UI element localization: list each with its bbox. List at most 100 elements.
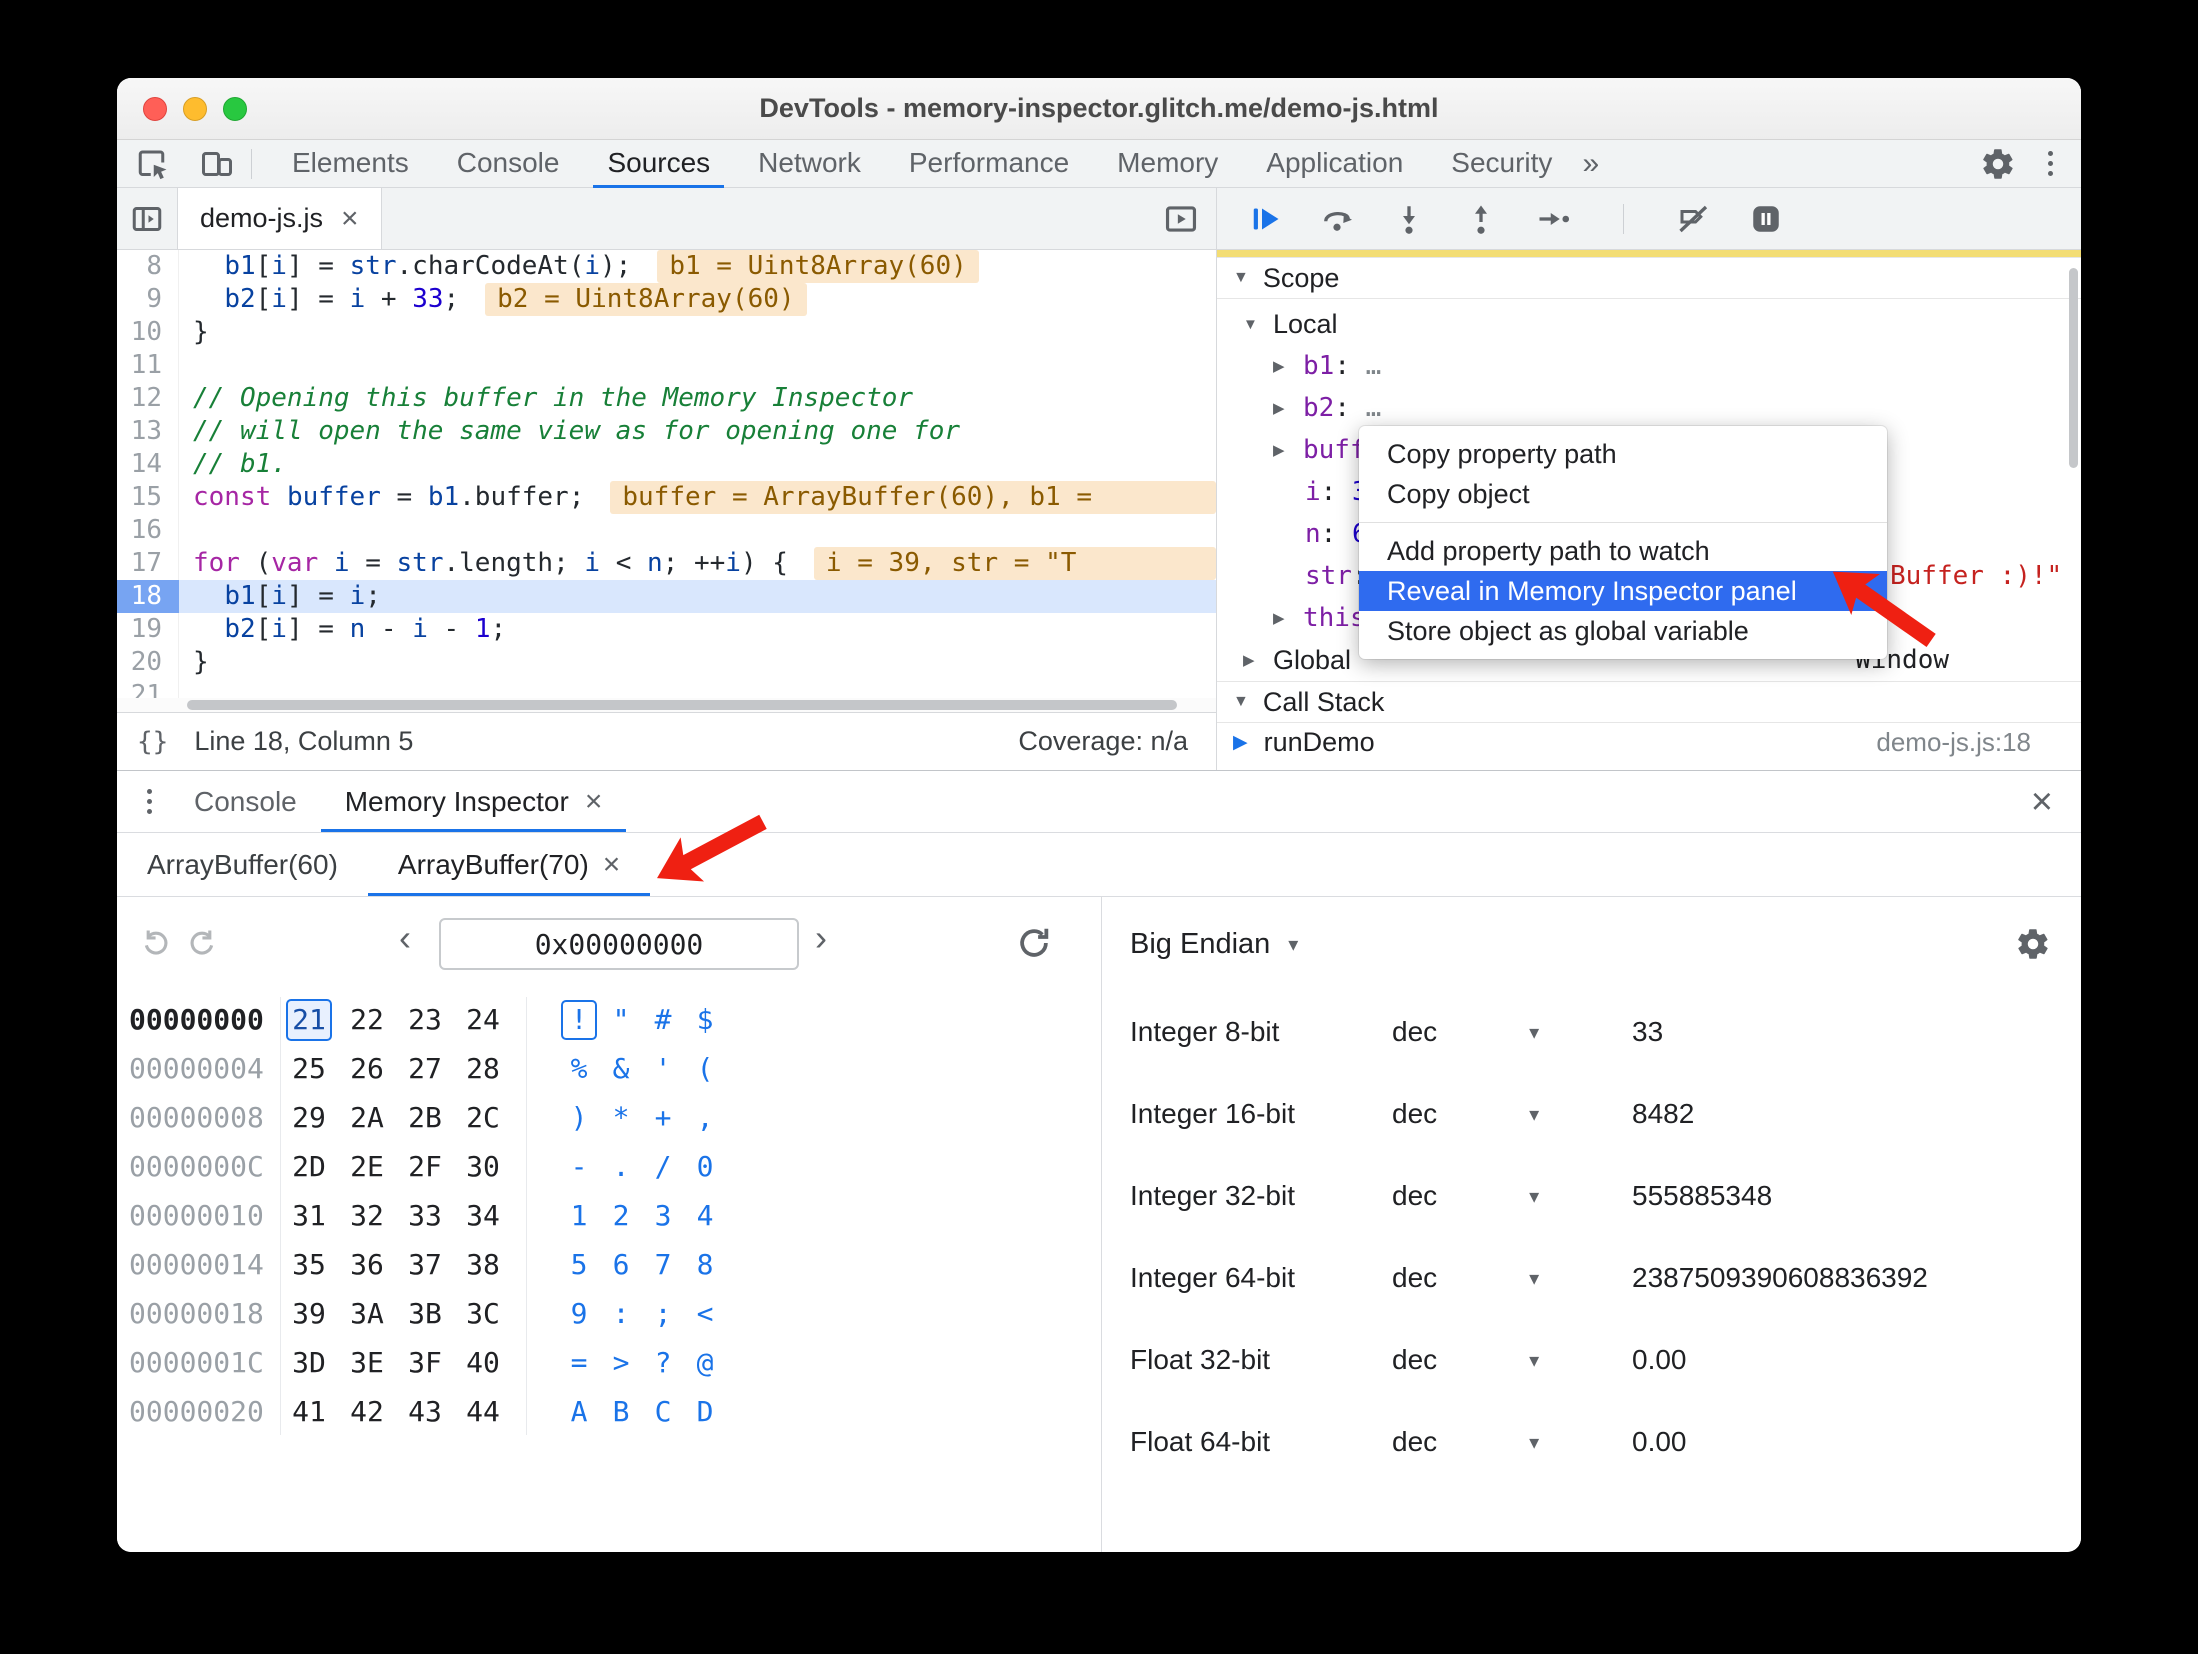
step-out-icon[interactable] — [1463, 201, 1499, 237]
hex-byte[interactable]: 24 — [454, 999, 512, 1041]
code-line[interactable]: 11 — [117, 349, 1216, 382]
history-back-icon[interactable] — [139, 927, 173, 961]
drawer-tab-console[interactable]: Console — [170, 771, 321, 832]
line-number[interactable]: 16 — [117, 514, 179, 547]
hex-byte[interactable]: 31 — [280, 1195, 338, 1237]
format-dropdown[interactable]: dec ▾ — [1392, 1262, 1632, 1294]
hex-byte[interactable]: 2D — [280, 1146, 338, 1188]
ascii-char[interactable]: % — [558, 1049, 600, 1089]
next-page-icon[interactable]: › — [815, 917, 827, 959]
ascii-char[interactable]: 9 — [558, 1294, 600, 1334]
line-number[interactable]: 12 — [117, 382, 179, 415]
ascii-char[interactable]: > — [600, 1343, 642, 1383]
code-line[interactable]: 12// Opening this buffer in the Memory I… — [117, 382, 1216, 415]
step-into-icon[interactable] — [1391, 201, 1427, 237]
callstack-frame[interactable]: ▶ runDemo demo-js.js:18 — [1217, 723, 2081, 761]
line-number[interactable]: 21 — [117, 679, 179, 698]
address-input[interactable] — [439, 918, 799, 970]
hex-byte[interactable]: 44 — [454, 1391, 512, 1433]
format-code-icon[interactable]: {} — [137, 727, 168, 757]
code-line[interactable]: 9 b2[i] = i + 33; b2 = Uint8Array(60) — [117, 283, 1216, 316]
hex-byte[interactable]: 3D — [280, 1342, 338, 1384]
editor-preview-icon[interactable] — [1162, 200, 1200, 238]
hex-byte[interactable]: 40 — [454, 1342, 512, 1384]
hex-byte[interactable]: 27 — [396, 1048, 454, 1090]
hex-byte[interactable]: 41 — [280, 1391, 338, 1433]
ascii-char[interactable]: , — [684, 1098, 726, 1138]
hex-byte[interactable]: 39 — [280, 1293, 338, 1335]
previous-page-icon[interactable]: ‹ — [399, 917, 411, 959]
buffer-tab-arraybuffer(60)[interactable]: ArrayBuffer(60) — [117, 833, 368, 896]
ascii-char[interactable]: A — [558, 1392, 600, 1432]
ascii-char[interactable]: & — [600, 1049, 642, 1089]
close-icon[interactable]: × — [585, 786, 603, 817]
hex-byte[interactable]: 22 — [338, 999, 396, 1041]
navigator-toggle-icon[interactable] — [129, 201, 165, 237]
hex-byte[interactable]: 21 — [280, 998, 338, 1041]
hex-byte[interactable]: 3B — [396, 1293, 454, 1335]
code-line[interactable]: 16 — [117, 514, 1216, 547]
hex-byte[interactable]: 3F — [396, 1342, 454, 1384]
file-tab-demo-js[interactable]: demo-js.js × — [177, 188, 382, 249]
ascii-char[interactable]: = — [558, 1343, 600, 1383]
scrollbar-thumb[interactable] — [187, 700, 1177, 710]
ascii-char[interactable]: B — [600, 1392, 642, 1432]
step-icon[interactable] — [1535, 201, 1571, 237]
code-line[interactable]: 20} — [117, 646, 1216, 679]
tab-elements[interactable]: Elements — [268, 140, 433, 188]
ascii-char[interactable]: : — [600, 1294, 642, 1334]
line-number[interactable]: 20 — [117, 646, 179, 679]
deactivate-breakpoints-icon[interactable] — [1676, 201, 1712, 237]
code-line[interactable]: 18 b1[i] = i; — [117, 580, 1216, 613]
tab-memory[interactable]: Memory — [1093, 140, 1242, 188]
hex-byte[interactable]: 2A — [338, 1097, 396, 1139]
scope-variable-b2[interactable]: ▶ b2: … — [1217, 387, 2081, 429]
close-icon[interactable]: × — [341, 203, 359, 234]
hex-byte[interactable]: 3C — [454, 1293, 512, 1335]
ascii-char[interactable]: . — [600, 1147, 642, 1187]
resume-script-icon[interactable] — [1247, 201, 1283, 237]
hex-byte[interactable]: 29 — [280, 1097, 338, 1139]
ascii-char[interactable]: 5 — [558, 1245, 600, 1285]
callstack-section-header[interactable]: ▼ Call Stack — [1217, 681, 2081, 723]
step-over-icon[interactable] — [1319, 201, 1355, 237]
ascii-char[interactable]: 1 — [558, 1196, 600, 1236]
pause-on-exceptions-icon[interactable] — [1748, 201, 1784, 237]
line-number[interactable]: 10 — [117, 316, 179, 349]
tab-network[interactable]: Network — [734, 140, 885, 188]
devtools-menu-icon[interactable] — [2044, 147, 2057, 180]
code-line[interactable]: 17 for (var i = str.length; i < n; ++i) {… — [117, 547, 1216, 580]
menu-item-2[interactable]: Add property path to watch — [1359, 531, 1887, 571]
hex-byte[interactable]: 3E — [338, 1342, 396, 1384]
line-number[interactable]: 17 — [117, 547, 179, 580]
ascii-char[interactable]: / — [642, 1147, 684, 1187]
line-number[interactable]: 14 — [117, 448, 179, 481]
more-tabs-icon[interactable]: » — [1582, 147, 1599, 181]
tab-console[interactable]: Console — [433, 140, 584, 188]
scope-variable-b1[interactable]: ▶ b1: … — [1217, 345, 2081, 387]
hex-byte[interactable]: 37 — [396, 1244, 454, 1286]
line-number[interactable]: 13 — [117, 415, 179, 448]
hex-byte[interactable]: 34 — [454, 1195, 512, 1237]
menu-item-3[interactable]: Reveal in Memory Inspector panel — [1359, 571, 1887, 611]
ascii-char[interactable]: D — [684, 1392, 726, 1432]
ascii-char[interactable]: 7 — [642, 1245, 684, 1285]
ascii-char[interactable]: @ — [684, 1343, 726, 1383]
ascii-char[interactable]: ) — [558, 1098, 600, 1138]
menu-item-0[interactable]: Copy property path — [1359, 434, 1887, 474]
line-number[interactable]: 18 — [117, 580, 179, 613]
device-toolbar-icon[interactable] — [199, 146, 235, 182]
ascii-char[interactable]: 8 — [684, 1245, 726, 1285]
ascii-char[interactable]: + — [642, 1098, 684, 1138]
hex-byte[interactable]: 33 — [396, 1195, 454, 1237]
tab-sources[interactable]: Sources — [583, 140, 734, 188]
code-line[interactable]: 19 b2[i] = n - i - 1; — [117, 613, 1216, 646]
hex-byte[interactable]: 2E — [338, 1146, 396, 1188]
ascii-char[interactable]: $ — [684, 1000, 726, 1040]
hex-byte[interactable]: 2F — [396, 1146, 454, 1188]
hex-byte[interactable]: 25 — [280, 1048, 338, 1090]
ascii-char[interactable]: # — [642, 1000, 684, 1040]
buffer-tab-arraybuffer(70)[interactable]: ArrayBuffer(70) × — [367, 833, 651, 896]
hex-byte[interactable]: 36 — [338, 1244, 396, 1286]
format-dropdown[interactable]: dec ▾ — [1392, 1098, 1632, 1130]
